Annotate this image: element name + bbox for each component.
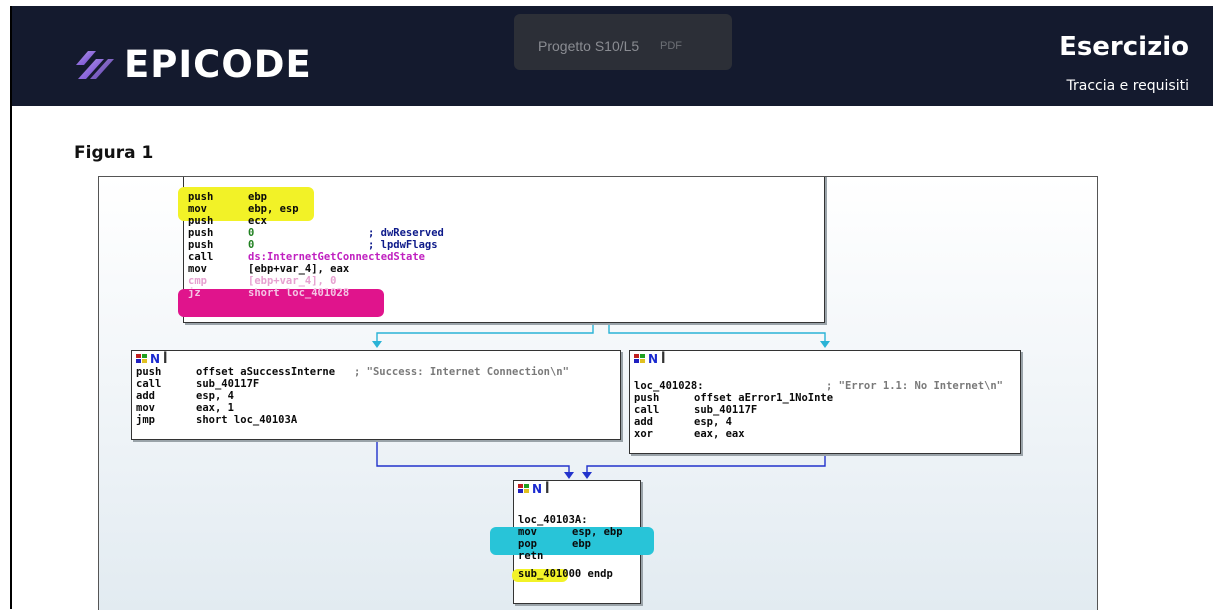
block-graph-icon[interactable]: ꟾ <box>545 483 549 495</box>
code-block-exit[interactable]: N ꟾ loc_40103A: mov esp, ebp pop ebp retn … <box>490 480 654 604</box>
block-toolbar: N ꟾ <box>634 353 666 365</box>
block-n-icon[interactable]: N <box>532 483 542 495</box>
page-subtitle: Traccia e requisiti <box>1066 78 1189 94</box>
code-block-success[interactable]: N ꟾ push offset aSuccessInterne; "Success… <box>131 350 621 440</box>
block-grid-icon[interactable] <box>634 354 645 364</box>
asm-line: jz short loc_401028 <box>188 287 350 299</box>
document-header: EPICODE Progetto S10/L5 PDF Esercizio Tr… <box>10 6 1213 106</box>
epicode-logo: EPICODE <box>74 43 312 86</box>
arrow-left-head <box>372 341 382 348</box>
block-graph-icon[interactable]: ꟾ <box>163 353 167 365</box>
edge-left-bottom <box>376 439 570 474</box>
arrow-bottom-1 <box>564 472 574 479</box>
edge-top-right <box>608 322 826 343</box>
page-title: Esercizio <box>1059 32 1189 62</box>
tab-type: PDF <box>660 40 682 52</box>
block-toolbar: N ꟾ <box>136 353 168 365</box>
edge-top-left <box>376 322 594 343</box>
asm-line: xor eax, eax <box>634 428 745 440</box>
logo-text: EPICODE <box>124 43 312 86</box>
arrow-right-head <box>820 341 830 348</box>
edge-right-bottom <box>586 453 826 474</box>
asm-line: sub_401000 endp <box>518 568 613 580</box>
code-block-error[interactable]: N ꟾ loc_401028:; "Error 1.1: No Internet… <box>629 350 1021 454</box>
block-n-icon[interactable]: N <box>150 353 160 365</box>
pdf-tab[interactable]: Progetto S10/L5 PDF <box>514 14 732 70</box>
block-graph-icon[interactable]: ꟾ <box>661 353 665 365</box>
block-grid-icon[interactable] <box>518 484 529 494</box>
asm-line: retn <box>518 550 544 562</box>
block-n-icon[interactable]: N <box>648 353 658 365</box>
left-border <box>10 106 12 609</box>
figure-label: Figura 1 <box>74 143 154 163</box>
epicode-logo-icon <box>76 50 114 79</box>
block-grid-icon[interactable] <box>136 354 147 364</box>
arrow-bottom-2 <box>582 472 592 479</box>
tab-title: Progetto S10/L5 <box>538 38 640 54</box>
block-toolbar: N ꟾ <box>518 483 550 495</box>
ida-graph-view: push ebp mov ebp, esp push ecx push 0; dwRes… <box>98 176 1098 610</box>
asm-line: jmp short loc_40103A <box>136 414 298 426</box>
code-block-entry[interactable]: push ebp mov ebp, esp push ecx push 0; dwRes… <box>178 177 825 323</box>
